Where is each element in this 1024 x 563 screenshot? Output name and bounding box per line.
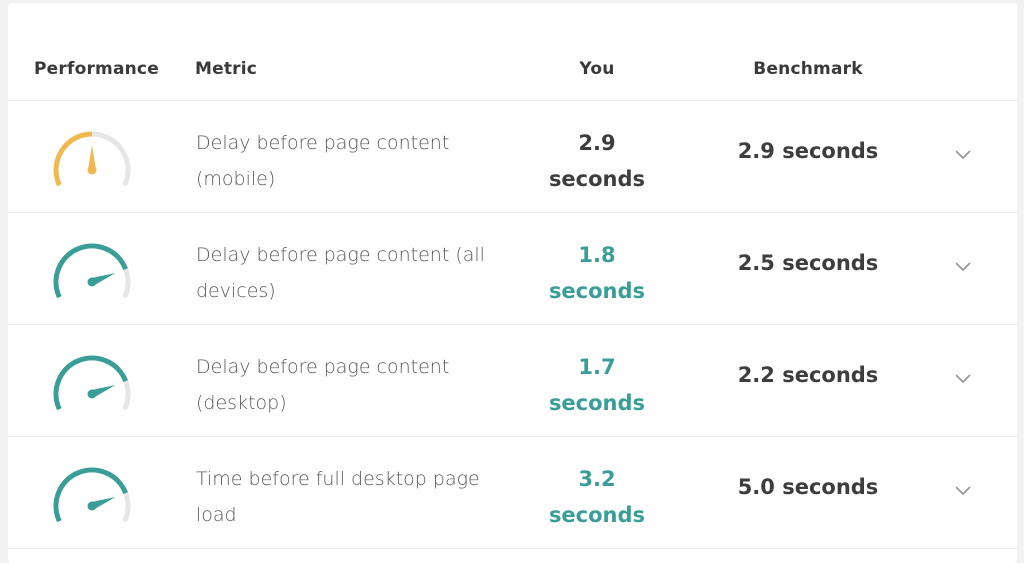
benchmark-value: 2.2 seconds bbox=[737, 363, 879, 387]
you-unit: seconds bbox=[548, 167, 646, 191]
gauge-icon bbox=[53, 243, 131, 298]
gauge-track bbox=[91, 131, 131, 186]
metric-label: Delay before page content (mobile) bbox=[196, 132, 450, 190]
benchmark-value: 5.0 seconds bbox=[737, 475, 879, 499]
you-value: 3.2 seconds bbox=[536, 461, 658, 533]
you-value: 2.9 seconds bbox=[536, 125, 658, 197]
chevron-down-icon[interactable] bbox=[954, 149, 972, 161]
performance-table: Performance Metric You Benchmark Delay b… bbox=[8, 3, 1017, 563]
gauge-fill bbox=[53, 243, 128, 298]
metric-label: Time before full desktop page load bbox=[196, 468, 480, 526]
gauge-fill bbox=[53, 131, 93, 186]
table-row[interactable]: Time before full desktop page load 3.2 sec… bbox=[8, 437, 1017, 549]
gauge-hub bbox=[87, 165, 97, 175]
you-value: 1.8 seconds bbox=[536, 237, 658, 309]
gauge-track bbox=[122, 492, 131, 522]
you-number: 3.2 bbox=[578, 467, 616, 491]
gauge-fill bbox=[53, 355, 128, 410]
gauge-hub bbox=[87, 389, 97, 399]
table-row[interactable]: Delay before page content (mobile) 2.9 sec… bbox=[8, 101, 1017, 213]
you-number: 2.9 bbox=[578, 131, 616, 155]
table-header: Performance Metric You Benchmark bbox=[8, 3, 1017, 101]
you-unit: seconds bbox=[548, 391, 646, 415]
chevron-down-icon[interactable] bbox=[954, 373, 972, 385]
table-row[interactable]: Delay before page content (desktop) 1.7 se… bbox=[8, 325, 1017, 437]
metric-label: Delay before page content (all devices) bbox=[196, 244, 485, 302]
gauge-icon bbox=[53, 131, 131, 186]
header-metric: Metric bbox=[195, 59, 258, 79]
benchmark-value: 2.9 seconds bbox=[737, 139, 879, 163]
header-benchmark: Benchmark bbox=[753, 59, 863, 79]
chevron-down-icon[interactable] bbox=[954, 485, 972, 497]
you-unit: seconds bbox=[548, 503, 646, 527]
gauge-icon bbox=[53, 467, 131, 522]
header-performance: Performance bbox=[34, 59, 159, 79]
chevron-down-icon[interactable] bbox=[954, 261, 972, 273]
gauge-icon bbox=[53, 355, 131, 410]
gauge-track bbox=[122, 268, 131, 298]
metric-label: Delay before page content (desktop) bbox=[196, 356, 450, 414]
gauge-hub bbox=[87, 501, 97, 511]
header-you: You bbox=[579, 59, 615, 79]
gauge-hub bbox=[87, 277, 97, 287]
gauge-track bbox=[122, 380, 131, 410]
you-unit: seconds bbox=[548, 279, 646, 303]
you-number: 1.7 bbox=[578, 355, 616, 379]
you-value: 1.7 seconds bbox=[536, 349, 658, 421]
you-number: 1.8 bbox=[578, 243, 616, 267]
gauge-fill bbox=[53, 467, 128, 522]
benchmark-value: 2.5 seconds bbox=[737, 251, 879, 275]
table-row[interactable]: Delay before page content (all devices) 1… bbox=[8, 213, 1017, 325]
